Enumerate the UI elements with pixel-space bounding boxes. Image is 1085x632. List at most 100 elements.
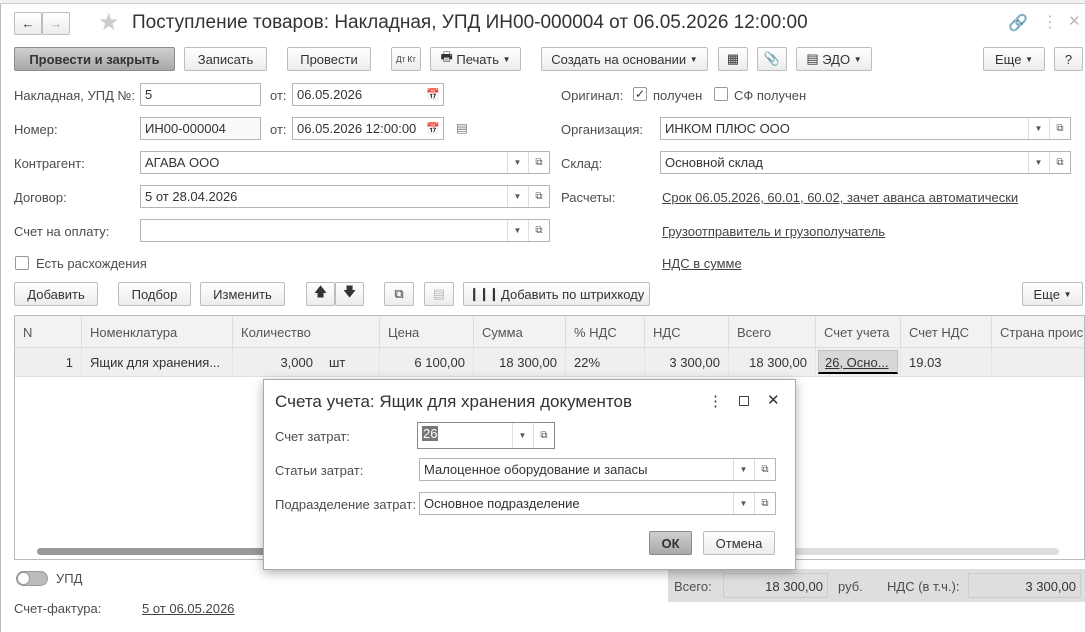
- cost-account-input[interactable]: 26 ▼ ⧉: [417, 422, 555, 449]
- open-icon[interactable]: ⧉: [528, 186, 549, 207]
- payment-invoice-input[interactable]: ▼ ⧉: [140, 219, 550, 242]
- favorite-star-icon[interactable]: ★: [98, 8, 120, 37]
- open-icon[interactable]: ⧉: [528, 152, 549, 173]
- copy-icon[interactable]: ⧉: [384, 282, 414, 306]
- add-by-barcode-button[interactable]: ❙❙❙ Добавить по штрихкоду: [463, 282, 650, 306]
- col-vat-account[interactable]: Счет НДС: [901, 316, 992, 348]
- cost-items-label: Статьи затрат:: [275, 463, 364, 478]
- cell-total[interactable]: 18 300,00: [729, 348, 816, 377]
- col-vat[interactable]: НДС: [645, 316, 729, 348]
- shipper-consignee-link[interactable]: Грузоотправитель и грузополучатель: [662, 224, 885, 239]
- structure-icon[interactable]: ▦: [718, 47, 748, 71]
- calendar-icon[interactable]: 📅: [423, 84, 443, 105]
- post-and-close-button[interactable]: Провести и закрыть: [14, 47, 175, 71]
- create-based-on-button[interactable]: Создать на основании ▼: [541, 47, 708, 71]
- cell-price[interactable]: 6 100,00: [380, 348, 474, 377]
- settlements-link[interactable]: Срок 06.05.2026, 60.01, 60.02, зачет ава…: [662, 190, 1018, 205]
- move-up-button[interactable]: 🡅: [306, 282, 335, 306]
- cancel-button[interactable]: Отмена: [703, 531, 775, 555]
- more-button[interactable]: Еще ▼: [983, 47, 1045, 71]
- close-icon[interactable]: ✕: [767, 391, 780, 409]
- account-link[interactable]: 26, Осно...: [818, 350, 898, 374]
- forward-button[interactable]: →: [42, 12, 70, 35]
- cell-account[interactable]: 26, Осно...: [816, 348, 901, 377]
- cell-unit[interactable]: шт: [321, 348, 380, 377]
- contractor-label: Контрагент:: [14, 156, 85, 171]
- col-total[interactable]: Всего: [729, 316, 816, 348]
- col-item[interactable]: Номенклатура: [82, 316, 233, 348]
- date-from-label-2: от:: [270, 122, 287, 137]
- chevron-down-icon[interactable]: ▼: [733, 459, 753, 480]
- dt-kt-button[interactable]: Дт Кт: [391, 47, 421, 71]
- contractor-input[interactable]: АГАВА ООО ▼ ⧉: [140, 151, 550, 174]
- invoice-link[interactable]: 5 от 06.05.2026: [142, 601, 234, 616]
- chevron-down-icon[interactable]: ▼: [507, 152, 527, 173]
- more-vert-icon[interactable]: ⋮: [708, 392, 723, 410]
- table-more-button[interactable]: Еще ▼: [1022, 282, 1083, 306]
- close-icon[interactable]: ✕: [1068, 12, 1081, 30]
- print-button[interactable]: 🖶 Печать ▼: [430, 47, 521, 71]
- open-icon[interactable]: ⧉: [1049, 118, 1070, 139]
- col-vat-rate[interactable]: % НДС: [566, 316, 645, 348]
- add-button[interactable]: Добавить: [14, 282, 98, 306]
- cell-sum[interactable]: 18 300,00: [474, 348, 566, 377]
- maximize-icon[interactable]: [739, 396, 749, 406]
- open-icon[interactable]: ⧉: [754, 459, 775, 480]
- col-n[interactable]: N: [15, 316, 82, 348]
- col-price[interactable]: Цена: [380, 316, 474, 348]
- cost-items-input[interactable]: Малоценное оборудование и запасы ▼ ⧉: [419, 458, 776, 481]
- cell-qty[interactable]: 3,000: [233, 348, 321, 377]
- col-account[interactable]: Счет учета: [816, 316, 901, 348]
- sf-received-checkbox[interactable]: [714, 87, 728, 101]
- cell-vat-account[interactable]: 19.03: [901, 348, 992, 377]
- select-button[interactable]: Подбор: [118, 282, 191, 306]
- col-sum[interactable]: Сумма: [474, 316, 566, 348]
- invoice-date-input[interactable]: 06.05.2026 📅: [292, 83, 444, 106]
- comment-icon[interactable]: ▤: [456, 120, 468, 135]
- discrepancy-checkbox[interactable]: [15, 256, 29, 270]
- chevron-down-icon[interactable]: ▼: [1028, 152, 1048, 173]
- cell-item[interactable]: Ящик для хранения...: [82, 348, 233, 377]
- open-icon[interactable]: ⧉: [528, 220, 549, 241]
- help-button[interactable]: ?: [1054, 47, 1083, 71]
- warehouse-input[interactable]: Основной склад ▼ ⧉: [660, 151, 1071, 174]
- invoice-number-input[interactable]: 5: [140, 83, 261, 106]
- back-button[interactable]: ←: [14, 12, 42, 35]
- chevron-down-icon[interactable]: ▼: [733, 493, 753, 514]
- col-qty[interactable]: Количество: [233, 316, 380, 348]
- edo-button[interactable]: ▤ ЭДО ▼: [796, 47, 872, 71]
- scrollbar-thumb[interactable]: [37, 548, 297, 555]
- chevron-down-icon[interactable]: ▼: [507, 220, 527, 241]
- move-down-button[interactable]: 🡇: [335, 282, 364, 306]
- cell-vat[interactable]: 3 300,00: [645, 348, 729, 377]
- chevron-down-icon[interactable]: ▼: [512, 423, 532, 448]
- calendar-icon[interactable]: 📅: [423, 118, 443, 139]
- paste-icon[interactable]: ▤: [424, 282, 454, 306]
- link-icon[interactable]: 🔗: [1008, 13, 1028, 33]
- save-button[interactable]: Записать: [184, 47, 267, 71]
- col-country[interactable]: Страна проис: [992, 316, 1084, 348]
- more-vert-icon[interactable]: ⋮: [1042, 12, 1058, 32]
- ok-button[interactable]: ОК: [649, 531, 692, 555]
- cell-country[interactable]: [992, 348, 1084, 377]
- number-input[interactable]: ИН00-000004: [140, 117, 261, 140]
- change-button[interactable]: Изменить: [200, 282, 285, 306]
- document-date-input[interactable]: 06.05.2026 12:00:00 📅: [292, 117, 444, 140]
- cell-vat-rate[interactable]: 22%: [566, 348, 645, 377]
- open-icon[interactable]: ⧉: [533, 423, 554, 448]
- open-icon[interactable]: ⧉: [754, 493, 775, 514]
- chevron-down-icon[interactable]: ▼: [507, 186, 527, 207]
- open-icon[interactable]: ⧉: [1049, 152, 1070, 173]
- upd-toggle[interactable]: [16, 571, 48, 586]
- barcode-icon: ❙❙❙: [468, 286, 502, 301]
- division-input[interactable]: Основное подразделение ▼ ⧉: [419, 492, 776, 515]
- vat-included-link[interactable]: НДС в сумме: [662, 256, 742, 271]
- table-row[interactable]: 1 Ящик для хранения... 3,000 шт 6 100,00…: [15, 348, 1084, 377]
- organization-input[interactable]: ИНКОМ ПЛЮС ООО ▼ ⧉: [660, 117, 1071, 140]
- attachment-icon[interactable]: 📎: [757, 47, 787, 71]
- contract-input[interactable]: 5 от 28.04.2026 ▼ ⧉: [140, 185, 550, 208]
- totals-panel: Всего: 18 300,00 руб. НДС (в т.ч.): 3 30…: [668, 569, 1085, 602]
- chevron-down-icon[interactable]: ▼: [1028, 118, 1048, 139]
- original-received-checkbox[interactable]: ✓: [633, 87, 647, 101]
- post-button[interactable]: Провести: [287, 47, 371, 71]
